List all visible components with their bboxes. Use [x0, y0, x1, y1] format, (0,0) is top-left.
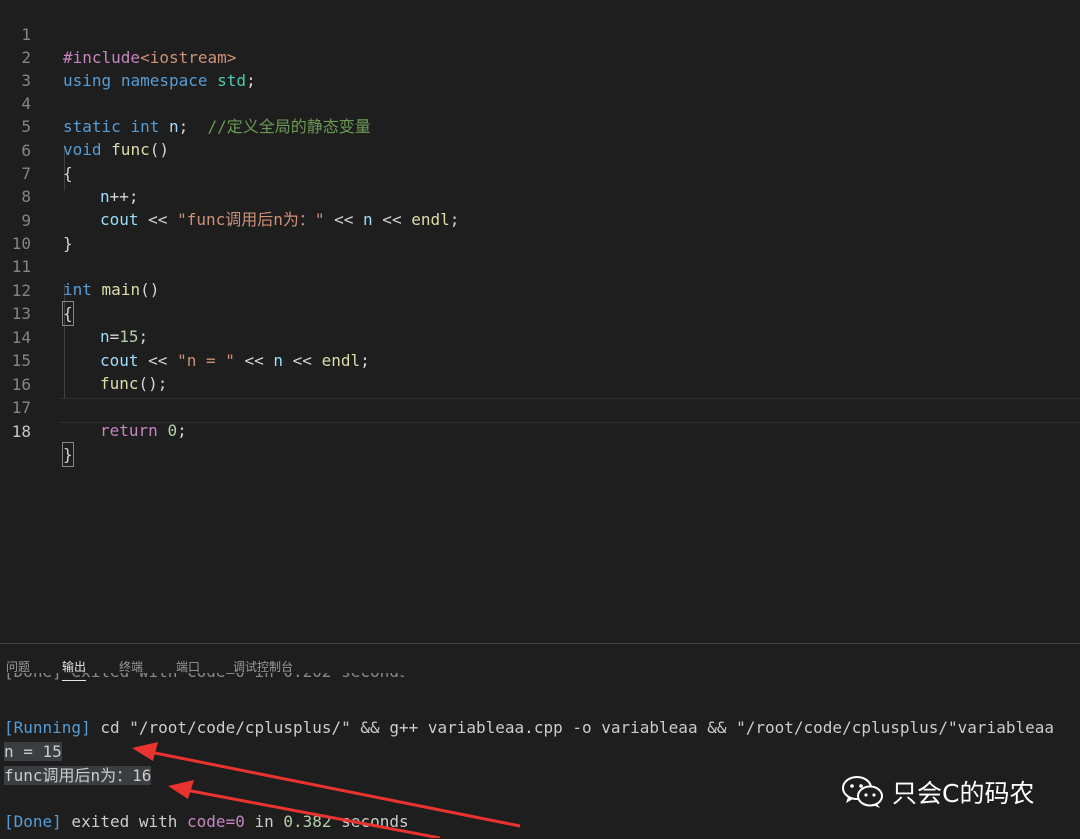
watermark: 只会C的码农: [842, 774, 1034, 810]
code-line-6: 6 {: [0, 116, 1080, 183]
done-text: exited with: [61, 812, 188, 831]
code-line-16: 16: [0, 350, 1080, 394]
code-line-5: 5 void func(): [0, 92, 1080, 159]
code-line-12: 12 {: [0, 256, 1080, 326]
code-line-13: 13 n=15;: [0, 279, 1080, 346]
output-done-line: [Done] exited with code=0 in 0.382 secon…: [4, 811, 409, 833]
wechat-icon: [842, 776, 883, 808]
done-text: in: [244, 812, 284, 831]
code-line-9: 9 }: [0, 186, 1080, 253]
code-line-17: 17 return 0;: [0, 373, 1080, 440]
code-line-18: 18 }: [0, 397, 1080, 467]
exit-code: code=0: [187, 812, 245, 831]
code-line-4: 4 static int n; //定义全局的静态变量: [0, 69, 1080, 136]
output-command-line: [Running] cd "/root/code/cplusplus/" && …: [4, 717, 1054, 739]
number-literal: 0: [167, 421, 178, 440]
code-line-3: 3: [0, 46, 1080, 90]
code-line-14: 14 cout << "n = " << n << endl;: [0, 303, 1080, 370]
elapsed-time: 0.382: [283, 812, 332, 831]
punct: ;: [177, 421, 187, 440]
scrolled-output-text: [Done] exited with code=0 in 0.202 secon…: [4, 673, 404, 681]
code-line-2: 2 using namespace std;: [0, 23, 1080, 90]
line-number: 18: [11, 422, 31, 441]
running-tag: [Running]: [4, 718, 91, 737]
done-tag: [Done]: [4, 812, 62, 831]
code-line-10: 10: [0, 209, 1080, 253]
scrolled-output-line: [Done] exited with code=0 in 0.202 secon…: [4, 673, 404, 683]
matched-brace: }: [62, 442, 74, 467]
output-line: func调用后n为：16: [4, 765, 152, 787]
done-text: seconds: [331, 812, 409, 831]
command-text: cd "/root/code/cplusplus/" && g++ variab…: [90, 718, 1054, 737]
code-line-1: 1 #include<iostream>: [0, 0, 1080, 67]
program-output: func调用后n为：16: [4, 766, 152, 785]
output-line: n = 15: [4, 741, 62, 763]
code-line-8: 8 cout << "func调用后n为：" << n << endl;: [0, 162, 1080, 229]
code-editor[interactable]: 1 #include<iostream> 2 using namespace s…: [0, 0, 1080, 643]
code-line-11: 11 int main(): [0, 232, 1080, 299]
code-line-7: 7 n++;: [0, 139, 1080, 206]
watermark-text: 只会C的码农: [892, 779, 1035, 808]
program-output: n = 15: [4, 742, 62, 761]
code-line-15: 15 func();: [0, 326, 1080, 393]
keyword: return: [100, 421, 158, 440]
